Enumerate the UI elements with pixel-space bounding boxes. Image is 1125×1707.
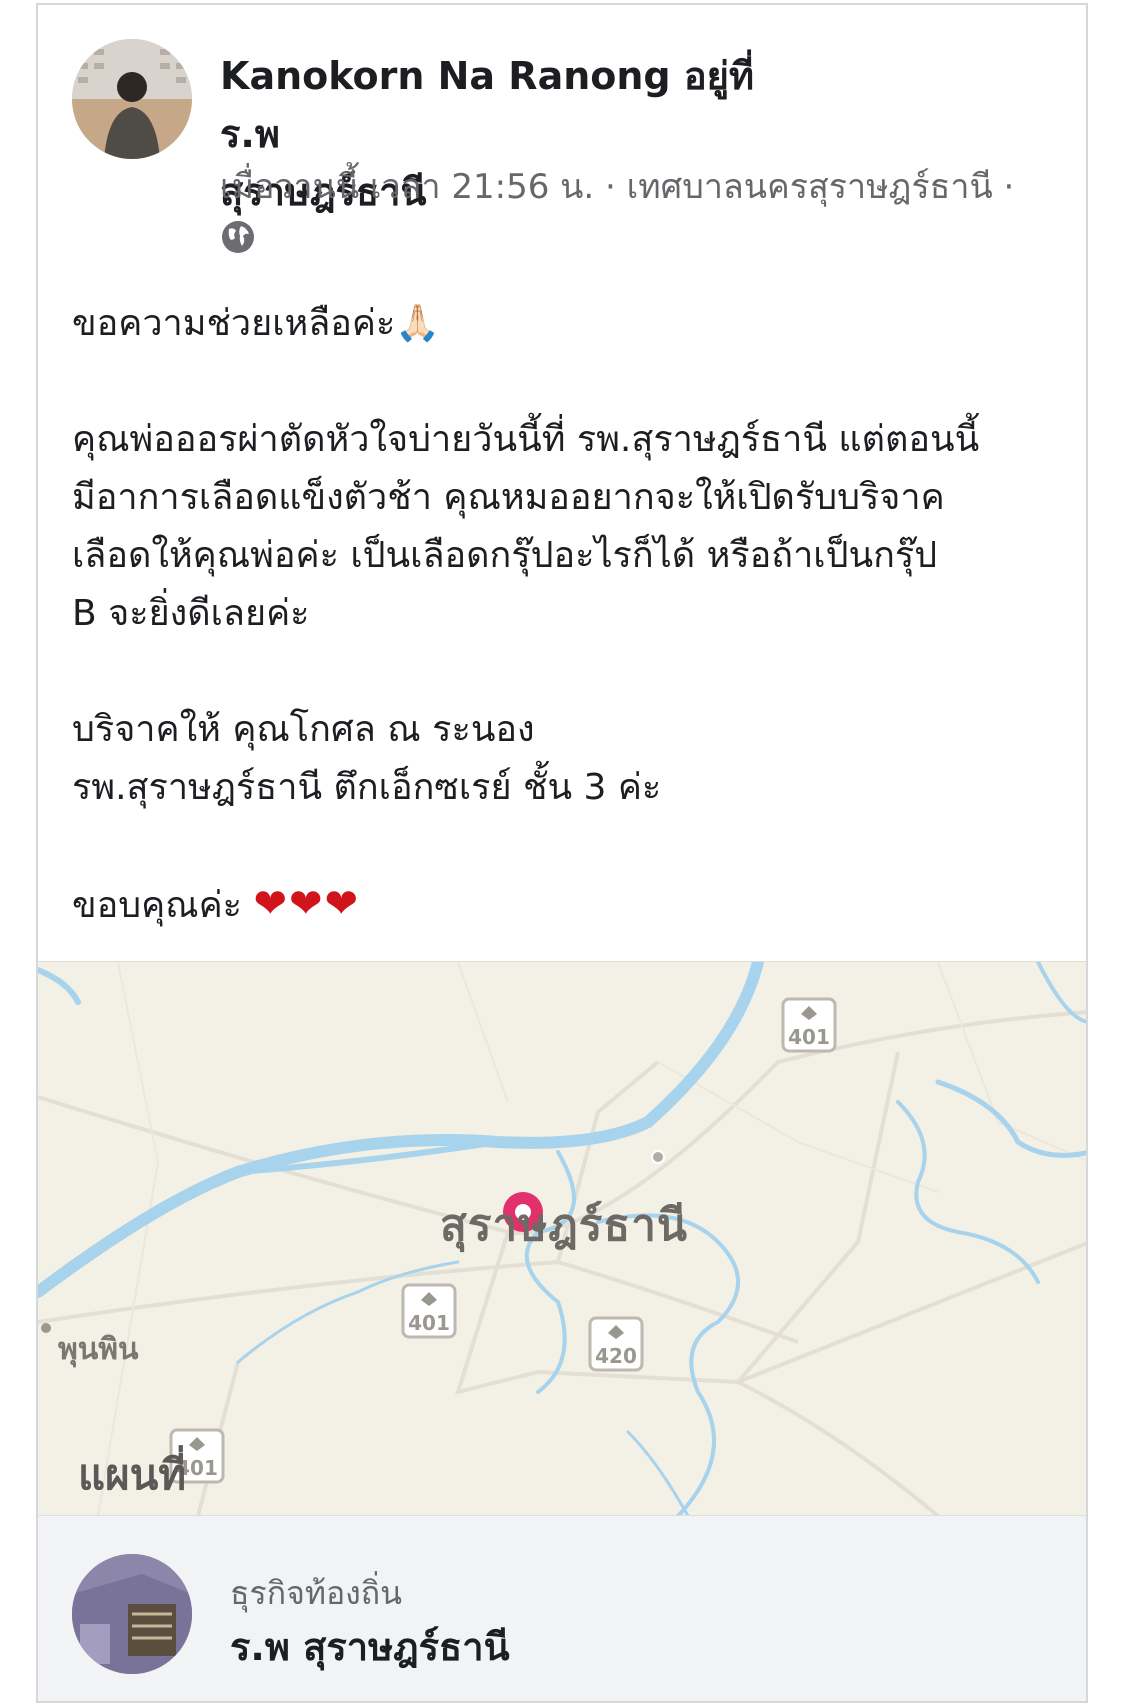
business-name[interactable]: ร.พ สุราษฎร์ธานี bbox=[230, 1616, 510, 1677]
post-line-5: B จะยิ่งดีเลยค่ะ bbox=[72, 593, 310, 634]
shield-label: 420 bbox=[595, 1344, 637, 1368]
business-category: ธุรกิจท้องถิ่น bbox=[230, 1574, 403, 1612]
author-avatar[interactable] bbox=[72, 39, 192, 159]
post-card: Kanokorn Na Ranong อยู่ที่ ร.พ สุราษฎร์ธ… bbox=[36, 3, 1088, 1703]
post-meta: เมื่อวานนี้ เวลา 21:56 น. · เทศบาลนครสุร… bbox=[220, 167, 1015, 207]
map-place-label: พุนพิน bbox=[58, 1332, 139, 1367]
post-line-2: คุณพ่อออรผ่าตัดหัวใจบ่ายวันนี้ที่ รพ.สุร… bbox=[72, 419, 980, 460]
place-footer[interactable]: ธุรกิจท้องถิ่น ร.พ สุราษฎร์ธานี bbox=[38, 1515, 1086, 1701]
post-line-8: ขอบคุณค่ะ ❤❤❤ bbox=[72, 881, 360, 927]
map-city-label: สุราษฎร์ธานี bbox=[440, 1200, 689, 1251]
post-line-4: เลือดให้คุณพ่อค่ะ เป็นเลือดกรุ๊ปอะไรก็ได… bbox=[72, 535, 938, 576]
post-body: ขอความช่วยเหลือค่ะ🙏🏻 คุณพ่อออรผ่าตัดหัวใ… bbox=[72, 295, 1072, 935]
post-line-7: รพ.สุราษฎร์ธานี ตึกเอ็กซเรย์ ชั้น 3 ค่ะ bbox=[72, 767, 662, 808]
author-name[interactable]: Kanokorn Na Ranong bbox=[220, 54, 671, 98]
maps-brand: แผนที่ bbox=[78, 1450, 187, 1499]
shield-label: 401 bbox=[788, 1025, 830, 1049]
post-line-1: ขอความช่วยเหลือค่ะ🙏🏻 bbox=[72, 295, 1072, 353]
business-avatar[interactable] bbox=[72, 1554, 192, 1674]
shield-label: 401 bbox=[408, 1311, 450, 1335]
avatar-image bbox=[72, 39, 192, 159]
hearts-emoji-icon: ❤❤❤ bbox=[253, 881, 360, 927]
pray-emoji-icon: 🙏🏻 bbox=[395, 303, 441, 344]
location-map[interactable]: 401 401 420 401 สุราษฎร์ธานี พุนพิน แผนท bbox=[38, 961, 1086, 1516]
globe-icon bbox=[222, 221, 254, 253]
post-line-3: มีอาการเลือดแข็งตัวช้า คุณหมออยากจะให้เป… bbox=[72, 477, 945, 518]
post-line-6: บริจาคให้ คุณโกศล ณ ระนอง bbox=[72, 709, 535, 750]
business-image bbox=[72, 1554, 192, 1674]
